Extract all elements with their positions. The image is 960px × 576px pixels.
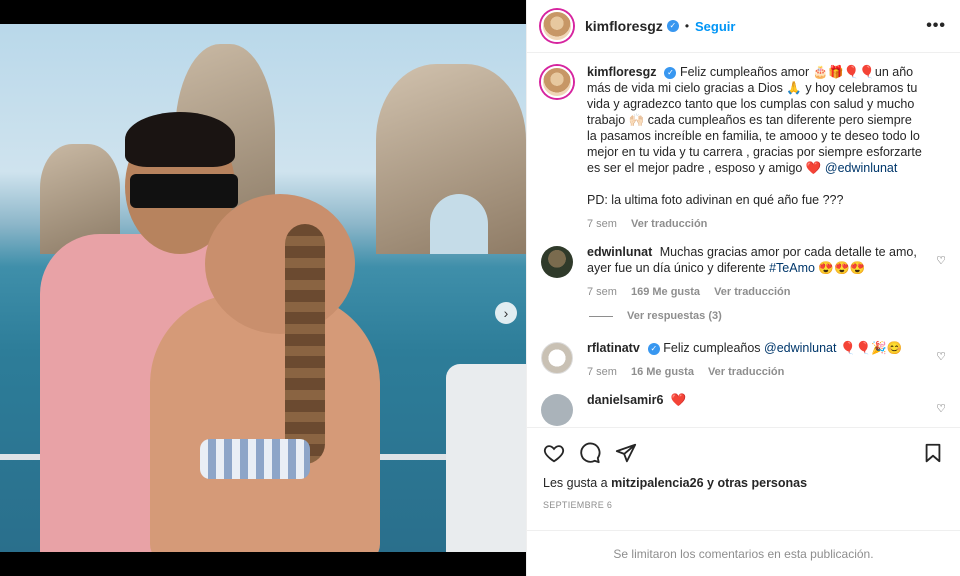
comment-item: edwinlunat Muchas gracias amor por cada … [541, 244, 946, 298]
post-photo[interactable]: › [0, 24, 526, 552]
comment-hashtag[interactable]: #TeAmo [769, 261, 815, 275]
comment-translate-button[interactable]: Ver traducción [708, 366, 784, 378]
woman-braid [285, 224, 325, 464]
comment-item: rflatinatv ✓ Feliz cumpleaños @edwinlunat… [541, 340, 946, 378]
comment-like-heart-icon[interactable]: ♡ [936, 350, 946, 363]
more-options-icon[interactable]: ••• [926, 17, 946, 35]
caption-pd: PD: la ultima foto adivinan en qué año f… [587, 193, 844, 207]
bookmark-icon[interactable] [922, 442, 944, 464]
comment-item: danielsamir6 ❤️ ♡ [541, 392, 946, 426]
comment-emojis: 😍😍😍 [818, 261, 866, 275]
comment-time[interactable]: 7 sem [587, 286, 617, 298]
comment-emojis: ❤️ [670, 393, 687, 407]
comment-time[interactable]: 7 sem [587, 366, 617, 378]
comment-likes[interactable]: 169 Me gusta [631, 286, 700, 298]
carousel-next-button[interactable]: › [495, 302, 517, 324]
comment-like-heart-icon[interactable]: ♡ [936, 402, 946, 415]
comment-translate-button[interactable]: Ver traducción [714, 286, 790, 298]
caption-text: Feliz cumpleaños amor 🎂🎁🎈🎈un año más de … [587, 65, 922, 175]
commenter-username[interactable]: rflatinatv [587, 341, 640, 355]
caption-translate-button[interactable]: Ver traducción [631, 218, 707, 230]
comments-limited-notice: Se limitaron los comentarios en esta pub… [527, 530, 960, 576]
follow-button[interactable]: Seguir [695, 19, 735, 34]
caption-time[interactable]: 7 sem [587, 218, 617, 230]
comment-mention[interactable]: @edwinlunat [764, 341, 836, 355]
like-heart-icon[interactable] [543, 442, 565, 464]
post-header: kimfloresgz ✓ • Seguir ••• [527, 0, 960, 53]
commenter-avatar[interactable] [541, 246, 573, 278]
view-replies-button[interactable]: Ver respuestas (3) [589, 310, 946, 322]
comment-text: Feliz cumpleaños [663, 341, 761, 355]
caption-avatar[interactable] [541, 66, 573, 98]
comments-list[interactable]: kimfloresgz ✓ Feliz cumpleaños amor 🎂🎁🎈🎈u… [527, 54, 960, 426]
comment-bubble-icon[interactable] [579, 442, 601, 464]
likes-summary: Les gusta a mitzipalencia26 y otras pers… [543, 476, 944, 490]
commenter-avatar[interactable] [541, 394, 573, 426]
comment-like-heart-icon[interactable]: ♡ [936, 254, 946, 267]
post-side-panel: kimfloresgz ✓ • Seguir ••• kimfloresgz ✓ … [526, 0, 960, 576]
caption-mention[interactable]: @edwinlunat [825, 161, 897, 175]
view-replies-label: Ver respuestas (3) [627, 310, 722, 322]
likes-user[interactable]: mitzipalencia26 [611, 476, 703, 490]
replies-line [589, 315, 613, 317]
author-username[interactable]: kimfloresgz [585, 18, 663, 34]
boat-seat [446, 364, 526, 552]
separator-dot: • [684, 19, 690, 33]
striped-bikini [200, 439, 310, 479]
verified-badge-icon: ✓ [664, 66, 677, 79]
arch-opening [430, 194, 488, 254]
caption-username[interactable]: kimfloresgz [587, 65, 656, 79]
sunglasses [130, 174, 238, 208]
comment-emojis: 🎈🎈🎉😊 [839, 341, 903, 355]
man-hair [125, 112, 235, 167]
comment-likes[interactable]: 16 Me gusta [631, 366, 694, 378]
verified-badge-icon: ✓ [666, 20, 679, 32]
author-avatar[interactable] [541, 10, 573, 42]
verified-badge-icon: ✓ [647, 342, 660, 355]
likes-prefix: Les gusta a [543, 476, 608, 490]
post-date[interactable]: SEPTIEMBRE 6 [543, 500, 944, 510]
woman-head [205, 194, 355, 334]
likes-suffix-link[interactable]: y otras personas [707, 476, 807, 490]
share-paper-plane-icon[interactable] [615, 442, 637, 464]
commenter-avatar[interactable] [541, 342, 573, 374]
caption: kimfloresgz ✓ Feliz cumpleaños amor 🎂🎁🎈🎈u… [541, 64, 946, 230]
commenter-username[interactable]: edwinlunat [587, 245, 652, 259]
commenter-username[interactable]: danielsamir6 [587, 393, 663, 407]
instagram-post-modal: › kimfloresgz ✓ • Seguir ••• kimfloresgz… [0, 0, 960, 576]
